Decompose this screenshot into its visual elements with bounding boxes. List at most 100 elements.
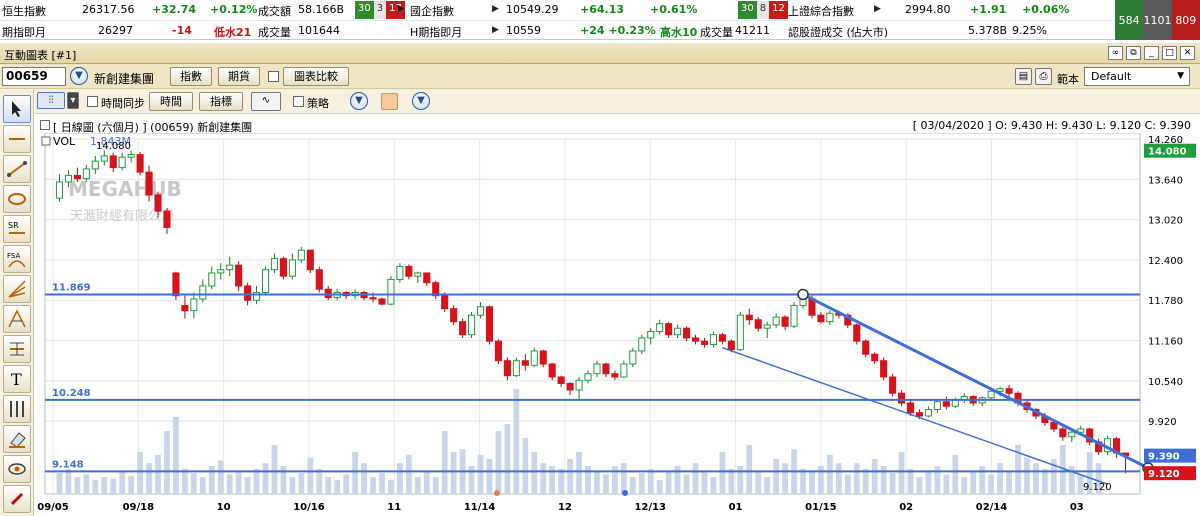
ticker-future-name[interactable]: H期指即月	[410, 24, 462, 40]
close-icon[interactable]: ✕	[1180, 46, 1195, 60]
market-breadth-summary: 584 1101 809	[1115, 0, 1200, 40]
volume-bar	[334, 480, 341, 494]
volume-bar	[728, 468, 735, 494]
strategy-dropdown-icon[interactable]: ▼	[350, 92, 368, 110]
candle-body	[718, 334, 726, 342]
ticker-arrow-icon[interactable]: ▶	[492, 25, 499, 35]
color-dropdown-icon[interactable]: ▼	[412, 92, 430, 110]
visibility-tool[interactable]	[3, 455, 31, 483]
volume-bar	[1024, 457, 1030, 494]
line-chart-icon[interactable]: ∿	[251, 92, 281, 111]
stock-code-input[interactable]: 00659	[2, 67, 66, 86]
ticker-index-pct: +0.12%	[210, 3, 258, 16]
ticker-index-name[interactable]: 恒生指數	[2, 3, 46, 19]
candles	[55, 150, 1130, 474]
save-icon[interactable]: ▤	[1015, 68, 1032, 85]
template-select[interactable]: Default ▼	[1084, 67, 1190, 86]
link-icon[interactable]: ∞	[1108, 46, 1123, 60]
ellipse-icon	[8, 193, 26, 205]
candlestick-chart[interactable]: MEGAHUB 天滙財經有限公司 11.86910.2489.148 14.26…	[35, 133, 1200, 516]
sr-icon: SR	[8, 221, 25, 234]
candle-body	[306, 249, 314, 271]
time-button[interactable]: 時間	[149, 92, 193, 111]
window-title: 互動圖表 [#1]	[4, 49, 77, 62]
ticker-future-name[interactable]: 期指即月	[2, 24, 46, 40]
strategy-checkbox[interactable]	[293, 96, 304, 107]
ticker-future-value: 10559	[506, 24, 541, 37]
volume-bar	[128, 475, 135, 494]
time-sync-checkbox[interactable]	[87, 96, 98, 107]
volume-bar	[253, 468, 260, 494]
ticker-warrant-label[interactable]: 認股證成交 (佔大市)	[788, 24, 888, 40]
volume-bar	[674, 466, 681, 494]
ticker-arrow-icon[interactable]: ▶	[492, 4, 499, 14]
fibonacci-tool[interactable]	[3, 335, 31, 363]
color-swatch[interactable]	[381, 93, 398, 110]
text-tool[interactable]: T	[3, 365, 31, 393]
volume-bar	[997, 463, 1003, 494]
candle-body	[584, 373, 592, 381]
arc-tool[interactable]	[3, 305, 31, 333]
ticker-row-1: 恒生指數 26317.56 +32.74 +0.12% 成交額 58.166B …	[0, 0, 1115, 20]
chart-header-checkbox[interactable]	[40, 120, 50, 130]
candle-body	[235, 264, 243, 287]
channel-tool[interactable]	[3, 395, 31, 423]
ellipse-tool[interactable]	[3, 185, 31, 213]
volume-bar	[262, 463, 269, 494]
trendline-lower	[722, 347, 1108, 485]
ticker-arrow-icon[interactable]: ▶	[874, 4, 881, 14]
candle-body	[270, 258, 279, 271]
chart-header: [ 日線圖 (六個月) ] (00659) 新創建集團 [ 03/04/2020…	[40, 119, 1195, 134]
candle-body	[279, 258, 287, 277]
chart-compare-button[interactable]: 圖表比較	[283, 67, 349, 86]
price-tag-label: 9.120	[1148, 469, 1180, 480]
volume-bar	[549, 466, 556, 494]
fibonacci-icon	[10, 342, 24, 356]
fan-tool[interactable]	[3, 275, 31, 303]
candle-body	[208, 272, 216, 287]
fsa-tool[interactable]: FSA	[3, 245, 31, 273]
ticker-arrow-icon[interactable]: ▶	[398, 4, 405, 14]
trendline-tool[interactable]	[3, 155, 31, 183]
restore-icon[interactable]: ⧉	[1126, 46, 1141, 60]
support-resistance-tool[interactable]: SR	[3, 215, 31, 243]
dropdown-icon[interactable]: ▼	[70, 67, 88, 85]
chevron-down-icon[interactable]: ▾	[67, 92, 79, 109]
delete-icon	[10, 492, 24, 506]
volume-bar	[74, 477, 81, 494]
volume-bar	[889, 473, 896, 494]
event-dot-icon[interactable]	[622, 490, 628, 496]
volume-bar	[818, 466, 824, 494]
indicator-button[interactable]: 指標	[199, 92, 243, 111]
line-tool[interactable]	[3, 125, 31, 153]
ticker-future-value: 26297	[98, 24, 133, 37]
candlestick-icon[interactable]: ⫶⫶	[37, 92, 65, 109]
candle-body	[91, 160, 99, 170]
candle-body	[405, 265, 413, 277]
y-tick-label: 13.640	[1148, 175, 1183, 186]
eraser-tool[interactable]	[3, 425, 31, 453]
delete-tool[interactable]	[3, 485, 31, 513]
print-icon[interactable]: ⎙	[1035, 68, 1052, 85]
maximize-icon[interactable]: □	[1162, 46, 1177, 60]
decline-count: 12	[769, 1, 788, 19]
volume-bar	[952, 454, 959, 494]
text-icon: T	[11, 370, 22, 389]
candle-body	[1059, 428, 1067, 438]
ticker-index-change: +1.91	[970, 3, 1007, 16]
indices-button[interactable]: 指數	[170, 67, 212, 86]
compare-checkbox[interactable]	[268, 71, 279, 82]
volume-bar	[925, 471, 932, 494]
ticker-index-name[interactable]: 上證綜合指數	[788, 3, 854, 19]
candle-body	[781, 316, 789, 327]
volume-bar	[155, 454, 161, 494]
ticker-index-name[interactable]: 國企指數	[410, 3, 454, 19]
vol-checkbox[interactable]	[41, 136, 51, 146]
volume-bar	[441, 431, 448, 494]
event-dot-icon[interactable]	[494, 490, 500, 496]
minimize-icon[interactable]: _	[1144, 46, 1159, 60]
futures-button[interactable]: 期貨	[218, 67, 260, 86]
chart-sub-toolbar: ⫶⫶ ▾ 時間同步 時間 指標 ∿ 策略 ▼ ▼	[35, 89, 1200, 114]
volume-bar	[531, 452, 538, 494]
pointer-tool[interactable]	[3, 95, 31, 123]
